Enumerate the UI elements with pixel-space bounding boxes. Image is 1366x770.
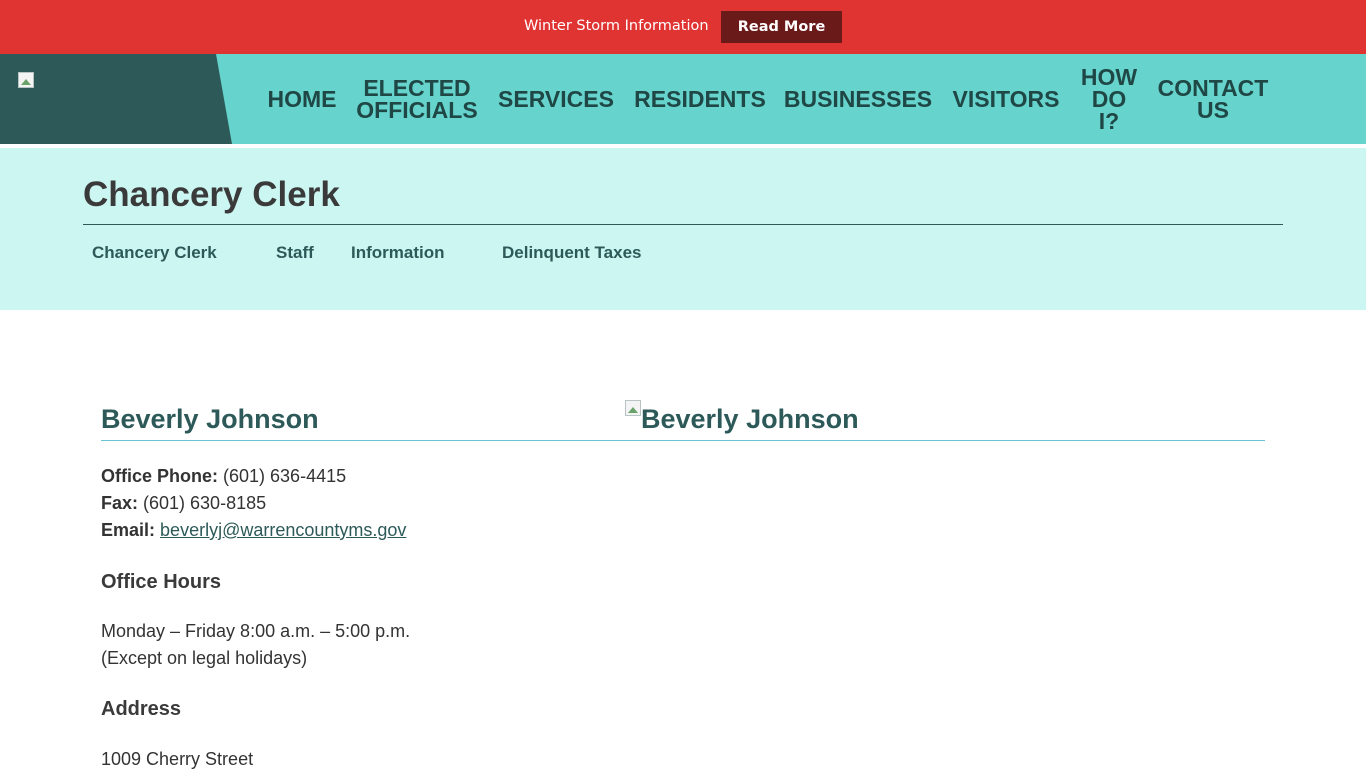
title-divider	[83, 224, 1283, 225]
broken-image-icon	[625, 400, 641, 416]
subnav-chancery-clerk[interactable]: Chancery Clerk	[92, 243, 217, 263]
fax-label: Fax:	[101, 493, 139, 513]
nav-home[interactable]: HOME	[262, 54, 342, 144]
office-hours-note: (Except on legal holidays)	[101, 648, 308, 668]
page-title: Chancery Clerk	[83, 175, 340, 214]
office-phone-line: Office Phone: (601) 636-4415	[101, 466, 346, 487]
email-link[interactable]: beverlyj@warrencountyms.gov	[160, 520, 406, 540]
office-phone-value: (601) 636-4415	[218, 466, 347, 486]
nav-elected-label-line1: ELECTED	[363, 75, 471, 101]
read-more-button[interactable]: Read More	[721, 11, 842, 43]
subnav-information[interactable]: Information	[351, 243, 445, 263]
subnav-staff[interactable]: Staff	[276, 243, 314, 263]
nav-elected-label-line2: OFFICIALS	[356, 97, 478, 123]
alert-text: Winter Storm Information	[524, 18, 709, 34]
nav-residents-label: RESIDENTS	[634, 86, 766, 112]
nav-how-label-line2: DO	[1091, 86, 1127, 112]
nav-businesses[interactable]: BUSINESSES	[780, 54, 936, 144]
fax-value: (601) 630-8185	[138, 493, 267, 513]
nav-residents[interactable]: RESIDENTS	[630, 54, 770, 144]
nav-how-label-line3: I?	[1098, 108, 1120, 134]
nav-businesses-label: BUSINESSES	[783, 86, 933, 112]
fax-line: Fax: (601) 630-8185	[101, 493, 266, 514]
nav-how-do-i[interactable]: HOW DO I?	[1076, 54, 1142, 144]
nav-contact-label-line1: CONTACT	[1157, 75, 1269, 101]
profile-photo: Beverly Johnson	[625, 400, 859, 436]
office-hours-days: Monday – Friday 8:00 a.m. – 5:00 p.m.	[101, 621, 411, 641]
email-label: Email:	[101, 520, 156, 540]
page-header-band	[0, 148, 1366, 310]
person-name-heading: Beverly Johnson	[101, 404, 319, 434]
site-logo-image[interactable]	[18, 72, 34, 88]
office-phone-label: Office Phone:	[101, 466, 219, 486]
nav-visitors[interactable]: VISITORS	[948, 54, 1064, 144]
nav-elected-officials[interactable]: ELECTED OFFICIALS	[352, 54, 482, 144]
nav-services[interactable]: SERVICES	[494, 54, 618, 144]
nav-how-label-line1: HOW	[1080, 64, 1138, 90]
nav-contact-label-line2: US	[1197, 97, 1229, 123]
nav-visitors-label: VISITORS	[952, 86, 1060, 112]
content-divider	[101, 440, 1265, 441]
nav-services-label: SERVICES	[498, 86, 614, 112]
address-heading: Address	[101, 698, 182, 720]
address-street: 1009 Cherry Street	[101, 749, 254, 769]
office-hours-heading: Office Hours	[101, 571, 222, 593]
nav-home-label: HOME	[267, 86, 337, 112]
image-placeholder-icon	[21, 79, 31, 85]
email-line: Email: beverlyj@warrencountyms.gov	[101, 520, 406, 541]
logo-block	[0, 54, 232, 144]
nav-contact-us[interactable]: CONTACT US	[1152, 54, 1274, 144]
subnav-delinquent-taxes[interactable]: Delinquent Taxes	[502, 243, 642, 263]
profile-photo-alt-text: Beverly Johnson	[641, 404, 859, 434]
